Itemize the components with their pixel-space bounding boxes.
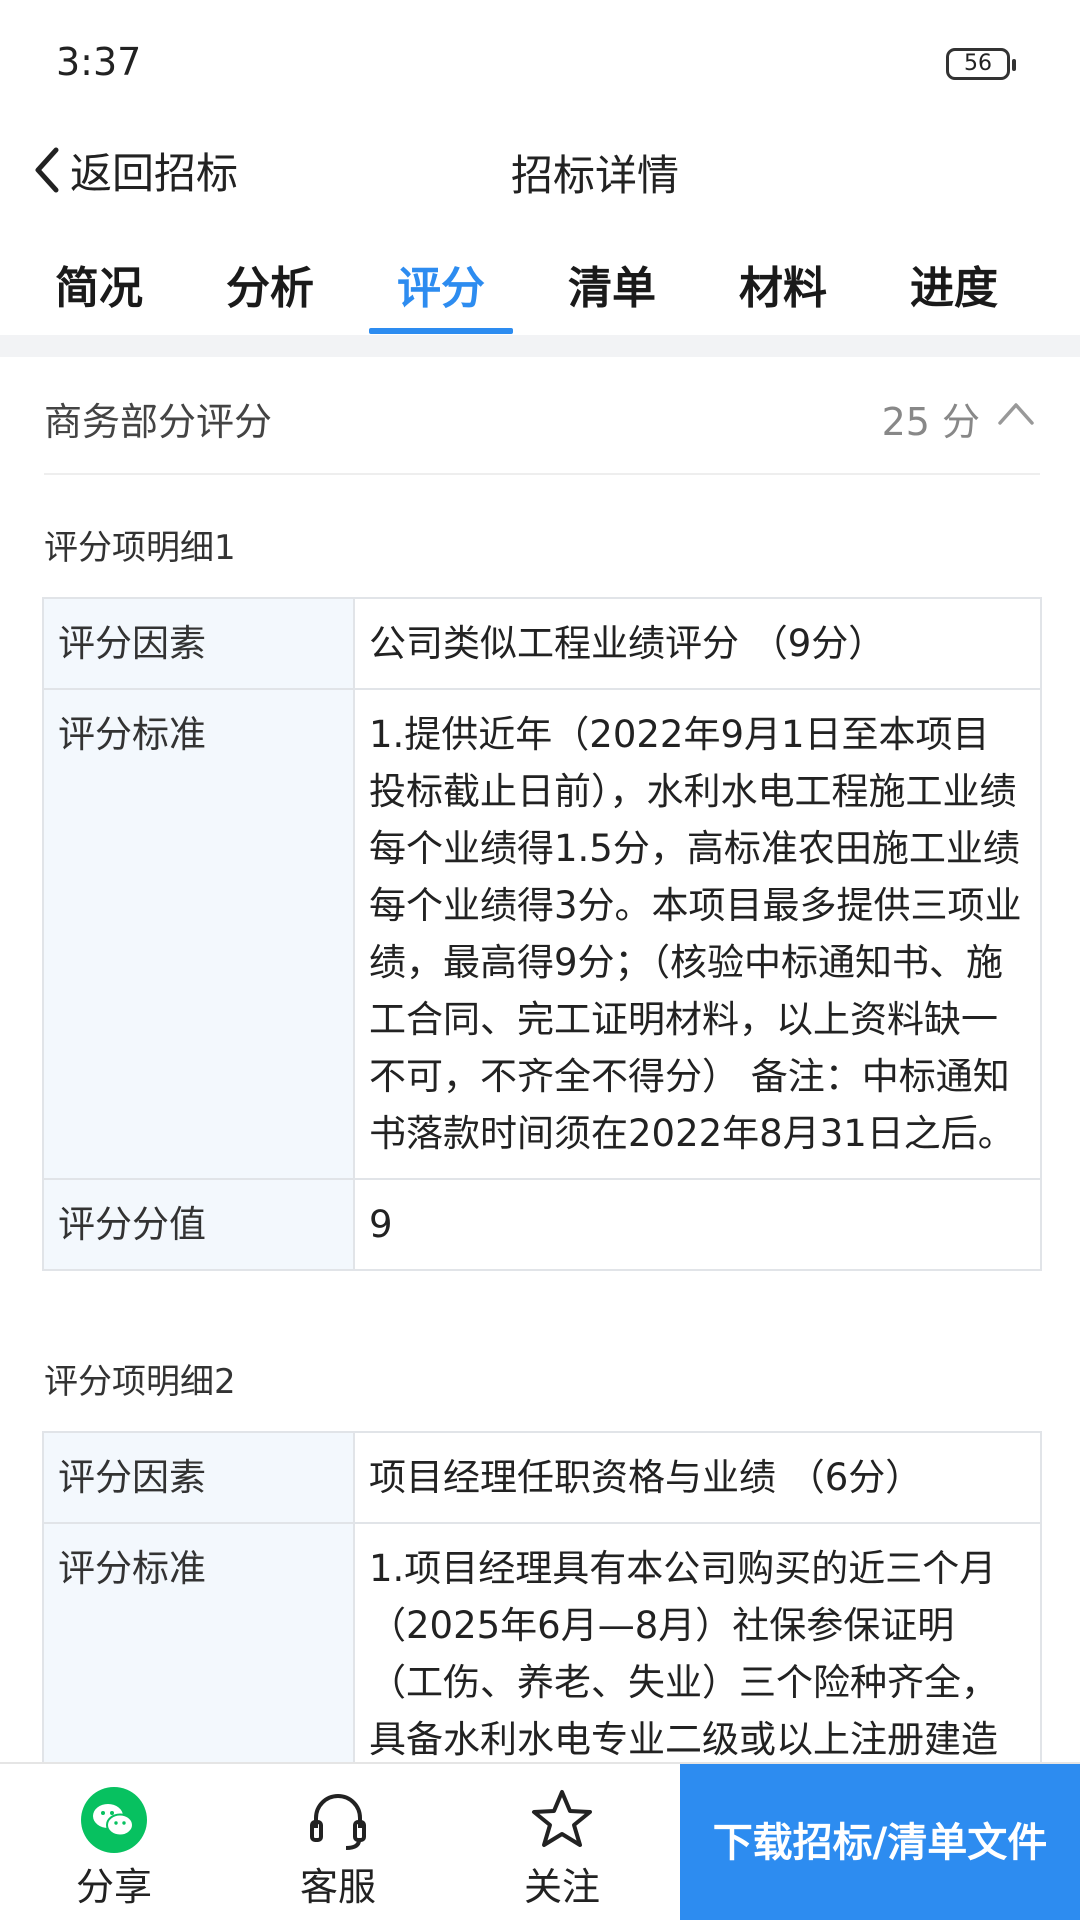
status-bar: 3:37 56 [0,0,1080,120]
customer-service-button[interactable]: 客服 [238,1764,438,1920]
headset-icon [310,1794,366,1850]
row-label: 评分标准 [42,688,355,1180]
tab-progress[interactable]: 进度 [869,252,1039,316]
detail-heading-2: 评分项明细2 [44,1362,236,1402]
back-button[interactable]: 返回招标 [30,142,238,198]
battery-icon: 56 [946,48,1016,80]
bottom-action-bar: 分享 客服 关注 下载招标/清单文件 [0,1762,1080,1920]
business-score-header[interactable]: 商务部分评分 25 分 [44,357,1040,475]
row-value: 9 [353,1178,1042,1271]
section-divider [0,335,1080,357]
active-tab-indicator [369,328,513,334]
tab-list[interactable]: 清单 [527,252,697,316]
section-title: 商务部分评分 [44,400,273,444]
table-row: 评分标准 1.项目经理具有本公司购买的近三个月（2025年6月—8月）社保参保证… [42,1522,1042,1786]
back-label: 返回招标 [70,148,239,198]
tab-analysis[interactable]: 分析 [185,252,355,316]
follow-label: 关注 [523,1865,600,1909]
section-score: 25 分 [881,400,980,444]
follow-button[interactable]: 关注 [462,1764,662,1920]
tab-materials[interactable]: 材料 [698,252,868,316]
share-label: 分享 [75,1865,152,1909]
table-row: 评分分值 9 [42,1178,1042,1271]
score-table-1: 评分因素 公司类似工程业绩评分 （9分） 评分标准 1.提供近年（2022年9月… [42,597,1042,1271]
row-label: 评分标准 [42,1522,355,1786]
wechat-icon [81,1787,147,1853]
detail-heading-1: 评分项明细1 [44,528,236,568]
row-value: 1.提供近年（2022年9月1日至本项目投标截止日前），水利水电工程施工业绩每个… [353,688,1042,1180]
row-label: 评分因素 [42,597,355,690]
row-value: 项目经理任职资格与业绩 （6分） [353,1431,1042,1524]
table-row: 评分因素 项目经理任职资格与业绩 （6分） [42,1431,1042,1524]
tab-overview[interactable]: 简况 [14,252,184,316]
score-table-2: 评分因素 项目经理任职资格与业绩 （6分） 评分标准 1.项目经理具有本公司购买… [42,1431,1042,1786]
page-title: 招标详情 [510,151,679,200]
row-label: 评分因素 [42,1431,355,1524]
table-row: 评分因素 公司类似工程业绩评分 （9分） [42,597,1042,690]
row-value: 1.项目经理具有本公司购买的近三个月（2025年6月—8月）社保参保证明（工伤、… [353,1522,1042,1786]
table-row: 评分标准 1.提供近年（2022年9月1日至本项目投标截止日前），水利水电工程施… [42,688,1042,1180]
chevron-up-icon[interactable] [996,395,1036,431]
star-icon [532,1790,592,1847]
tab-bar: 简况 分析 评分 清单 材料 进度 [0,230,1080,335]
status-time: 3:37 [56,40,142,84]
nav-bar: 返回招标 招标详情 [0,120,1080,220]
chevron-left-icon [35,147,59,193]
row-value: 公司类似工程业绩评分 （9分） [353,597,1042,690]
row-label: 评分分值 [42,1178,355,1271]
tab-scoring[interactable]: 评分 [356,252,526,316]
download-button[interactable]: 下载招标/清单文件 [680,1764,1080,1920]
service-label: 客服 [299,1865,376,1909]
share-button[interactable]: 分享 [14,1764,214,1920]
